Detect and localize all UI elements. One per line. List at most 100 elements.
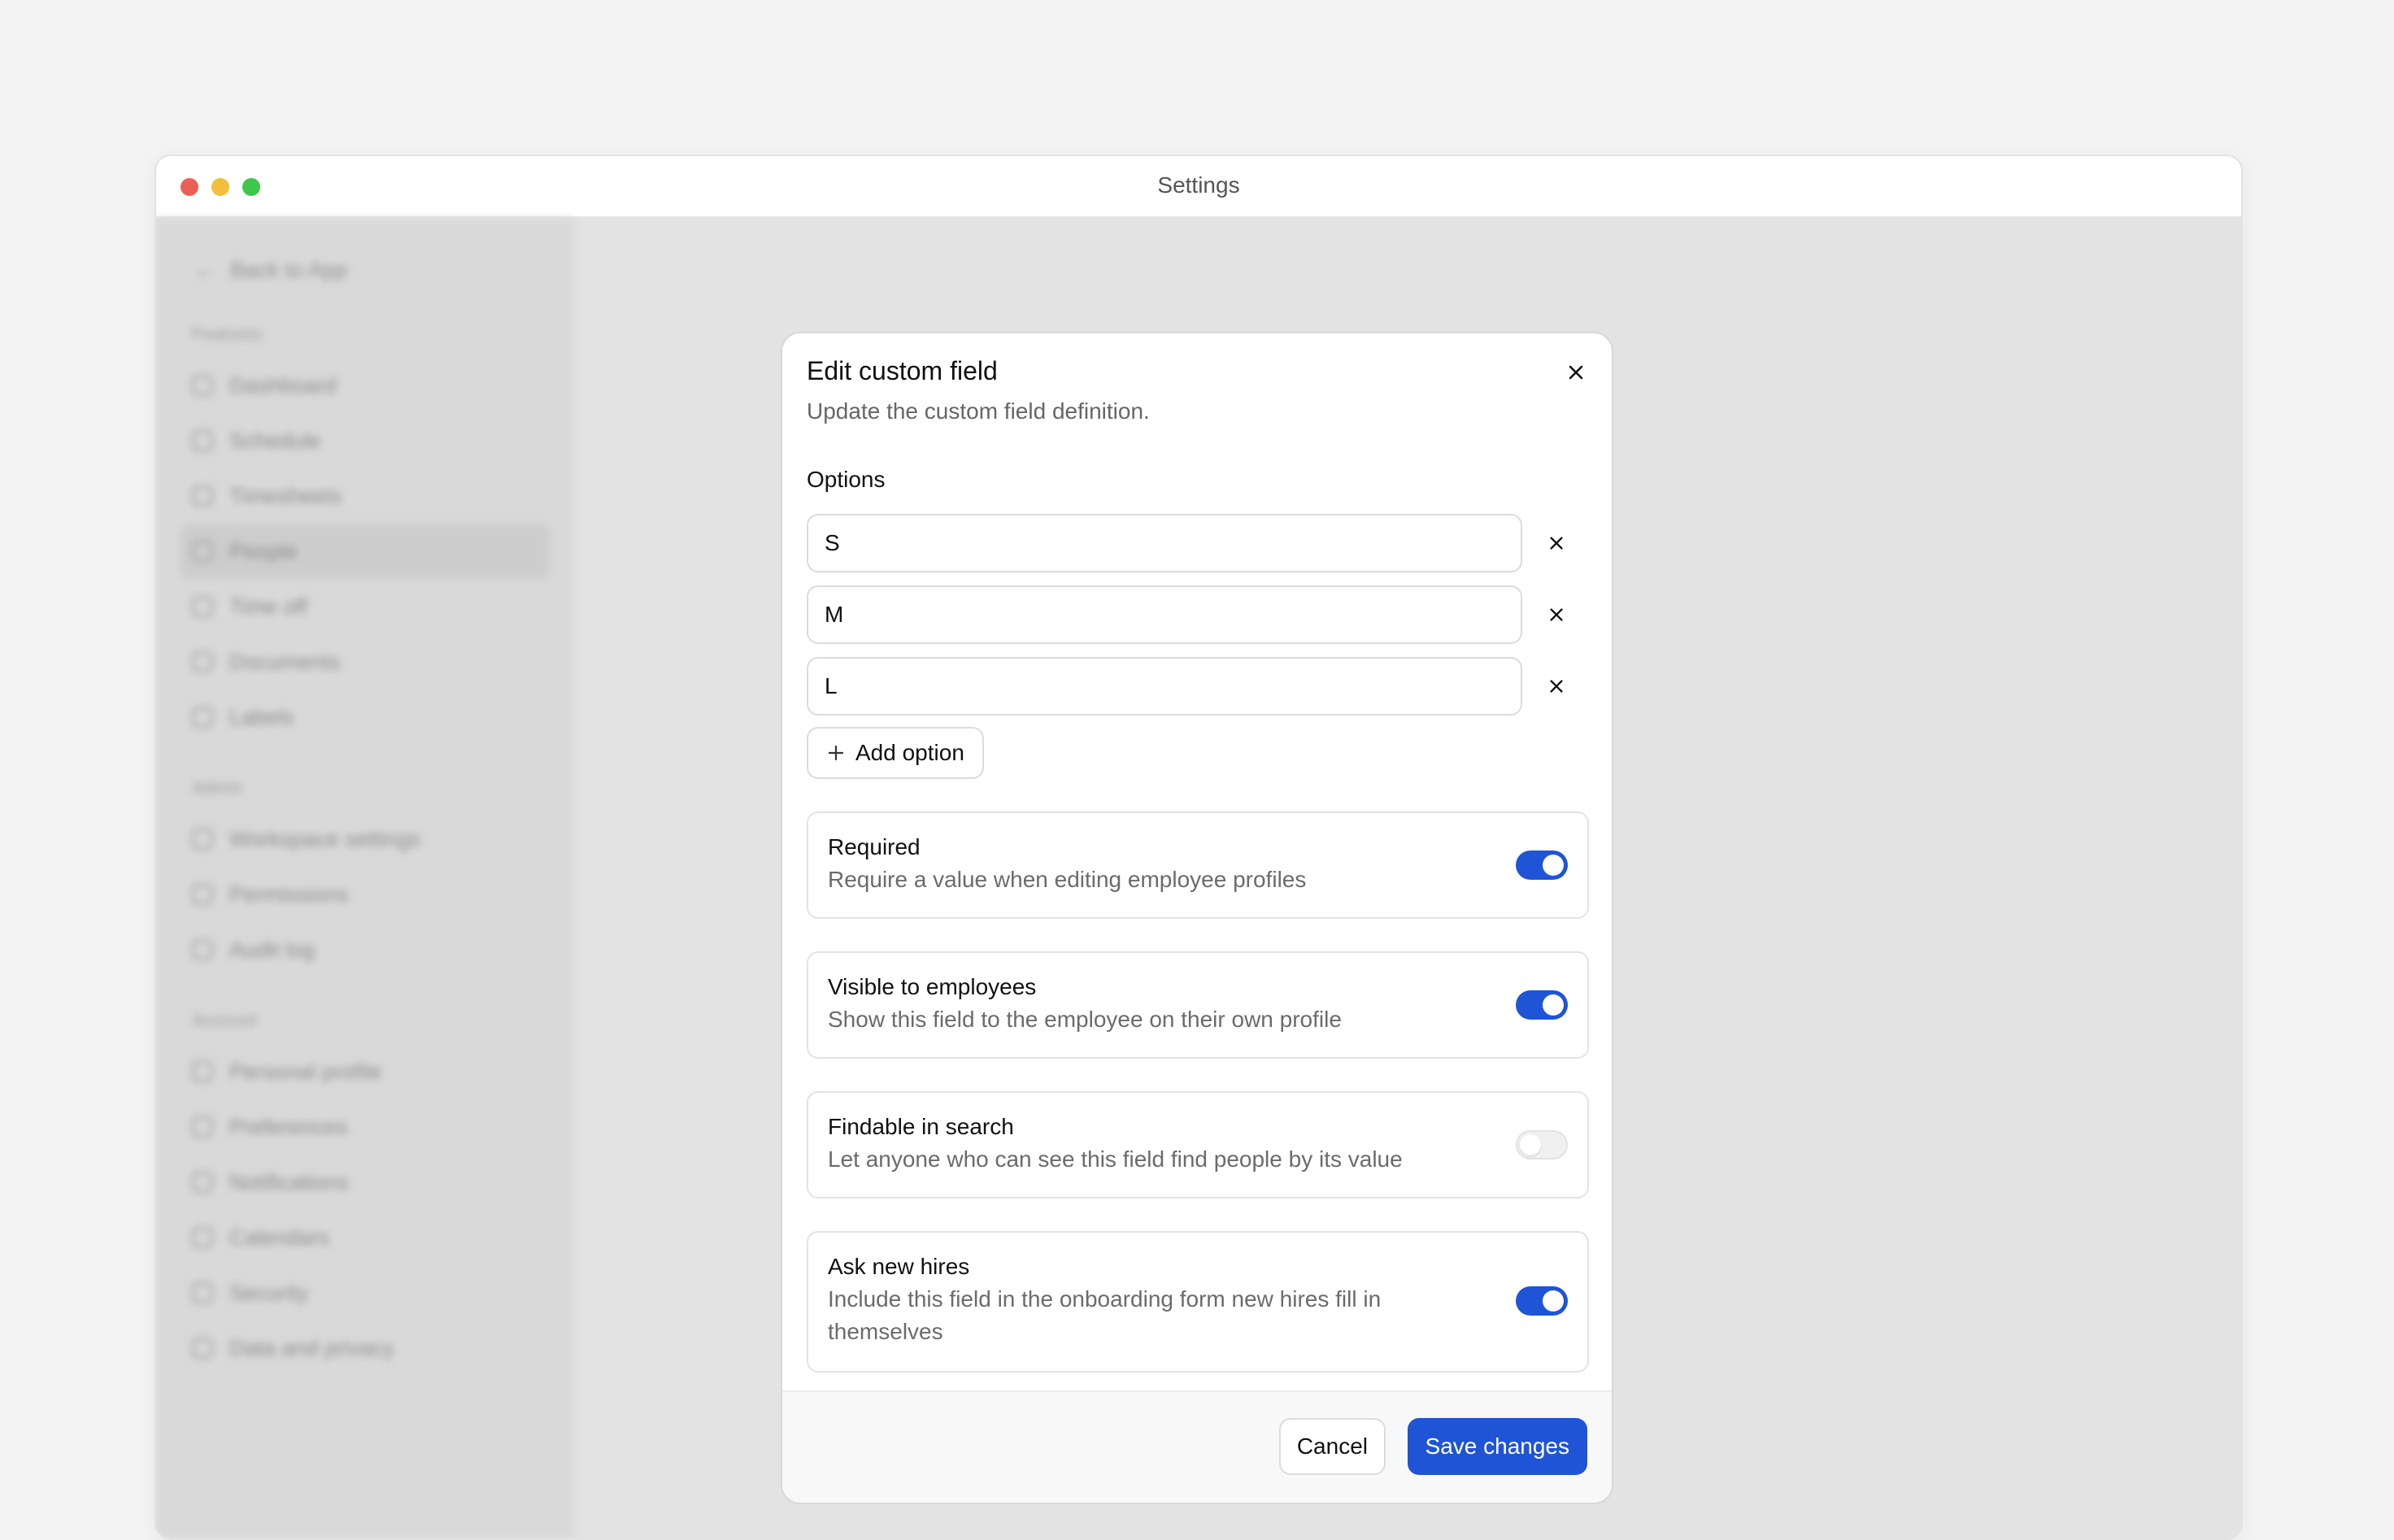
edit-custom-field-dialog: Edit custom field Update the custom fiel… [781,332,1613,1504]
options-label: Options [807,467,886,492]
sidebar-item-workspace-settings[interactable]: Workspace settings [181,811,550,867]
required-toggle[interactable] [1516,850,1568,880]
setting-title: Visible to employees [828,974,1037,999]
sidebar-item-dashboard[interactable]: Dashboard [181,358,550,413]
close-icon [1550,680,1563,693]
database-icon [192,1338,213,1359]
lock-icon [192,1282,213,1303]
ask-new-hires-setting-card: Ask new hires Include this field in the … [807,1231,1589,1373]
option-row [807,585,1587,644]
sidebar-item-permissions[interactable]: Permissions [181,867,550,922]
sidebar-item-data-and-privacy[interactable]: Data and privacy [181,1320,550,1376]
toggle-knob [1520,1134,1541,1155]
visible-to-employees-toggle[interactable] [1516,990,1568,1020]
sidebar-item-label: Audit log [229,937,316,962]
visible-to-employees-setting-card: Visible to employees Show this field to … [807,951,1589,1059]
setting-description: Include this field in the onboarding for… [828,1286,1382,1344]
calendar-icon [192,430,213,451]
sidebar-item-calendars[interactable]: Calendars [181,1210,550,1265]
option-row [807,514,1587,572]
settings-window: Settings ← Back to App Features Dashboar… [155,154,2243,1540]
sidebar-item-timesheets[interactable]: Timesheets [181,468,550,524]
people-icon [192,541,213,562]
arrow-left-icon: ← [194,257,215,282]
option-row [807,657,1587,716]
calendar-off-icon [192,596,213,617]
sidebar-item-documents[interactable]: Documents [181,634,550,690]
add-option-button[interactable]: Add option [807,727,984,779]
sidebar-item-security[interactable]: Security [181,1265,550,1320]
dashboard-icon [192,375,213,396]
ask-new-hires-toggle[interactable] [1516,1286,1568,1316]
remove-option-button[interactable] [1539,668,1574,704]
setting-title: Findable in search [828,1114,1014,1139]
sidebar-item-notifications[interactable]: Notifications [181,1155,550,1210]
setting-description: Show this field to the employee on their… [828,1007,1342,1032]
toggle-knob [1543,1290,1564,1312]
sidebar-item-label: Documents [229,649,341,674]
calendar-icon [192,1227,213,1248]
dialog-footer: Cancel Save changes [782,1390,1612,1503]
sidebar-section-title: Admin [192,777,243,798]
shield-icon [192,884,213,905]
sidebar: ← Back to App Features Dashboard Schedul… [156,218,574,1538]
remove-option-button[interactable] [1539,597,1574,633]
dialog-subtitle: Update the custom field definition. [807,398,1150,424]
title-bar: Settings [156,156,2241,218]
close-icon [1569,365,1583,380]
close-icon [1550,537,1563,550]
cancel-button[interactable]: Cancel [1278,1418,1386,1475]
save-changes-button[interactable]: Save changes [1407,1418,1587,1475]
close-icon [1550,608,1563,621]
close-dialog-button[interactable] [1558,355,1594,390]
setting-description: Require a value when editing employee pr… [828,867,1307,892]
back-to-app-link[interactable]: ← Back to App [194,249,574,291]
sidebar-item-label: Schedule [229,428,321,453]
content-area: ← Back to App Features Dashboard Schedul… [156,218,2241,1538]
sidebar-section-title: Account [192,1010,257,1030]
sidebar-item-label: Permissions [229,881,350,907]
sidebar-item-label: Dashboard [229,372,337,398]
sliders-icon [192,1116,213,1138]
sidebar-item-label: Preferences [229,1114,348,1139]
sidebar-item-label: Timesheets [229,483,342,508]
toggle-knob [1543,994,1564,1016]
findable-in-search-setting-card: Findable in search Let anyone who can se… [807,1091,1589,1199]
sidebar-item-labels[interactable]: Labels [181,690,550,745]
sidebar-item-preferences[interactable]: Preferences [181,1099,550,1155]
plus-icon [828,745,844,761]
toggle-knob [1543,855,1564,876]
sidebar-item-label: Data and privacy [229,1335,394,1360]
option-input[interactable] [807,657,1522,716]
sidebar-item-schedule[interactable]: Schedule [181,413,550,468]
sidebar-section-title: Features [192,324,263,344]
sidebar-item-label: Workspace settings [229,826,421,851]
setting-description: Let anyone who can see this field find p… [828,1146,1403,1172]
sidebar-item-label: Security [229,1280,309,1305]
setting-title: Ask new hires [828,1254,970,1279]
sidebar-item-label: People [229,538,298,563]
sidebar-item-label: Notifications [229,1169,350,1194]
remove-option-button[interactable] [1539,525,1574,561]
sidebar-item-label: Calendars [229,1225,330,1250]
sidebar-item-audit-log[interactable]: Audit log [181,922,550,977]
sidebar-item-personal-profile[interactable]: Personal profile [181,1044,550,1099]
gear-icon [192,829,213,850]
user-icon [192,1061,213,1082]
sidebar-item-label: Labels [229,704,294,729]
bell-icon [192,1172,213,1193]
findable-in-search-toggle[interactable] [1516,1130,1568,1159]
option-input[interactable] [807,585,1522,644]
setting-title: Required [828,834,921,859]
sidebar-item-time-off[interactable]: Time off [181,579,550,634]
dialog-title: Edit custom field [807,356,998,385]
document-icon [192,651,213,672]
sidebar-item-label: Time off [229,594,308,619]
window-title: Settings [1157,172,1240,198]
log-icon [192,939,213,960]
required-setting-card: Required Require a value when editing em… [807,811,1589,919]
back-label: Back to App [230,257,348,282]
option-input[interactable] [807,514,1522,572]
tag-icon [192,707,213,728]
sidebar-item-people[interactable]: People [181,524,550,579]
